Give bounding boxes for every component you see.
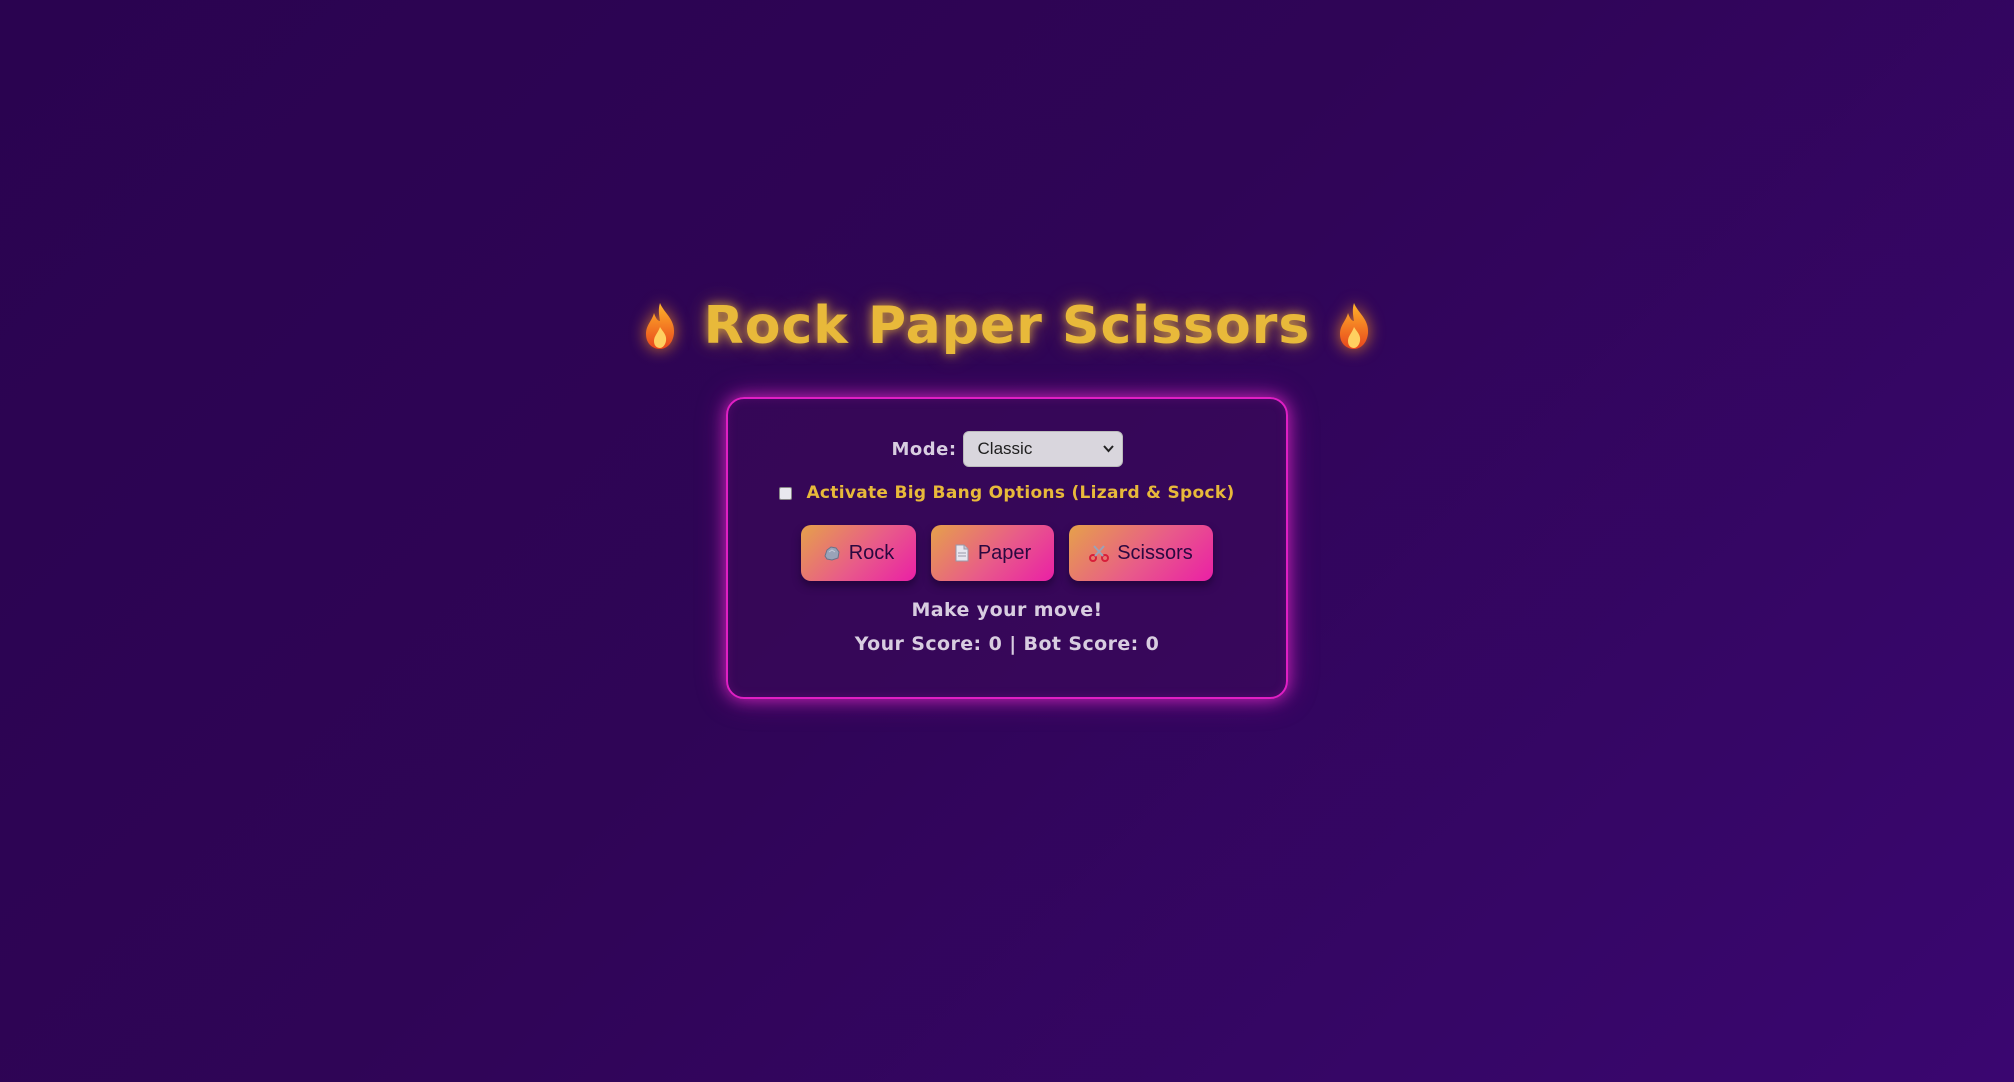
game-card: Mode: Classic Activate Big Bang Options …: [726, 397, 1288, 699]
rock-button[interactable]: Rock: [801, 525, 916, 581]
mode-label: Mode:: [891, 438, 957, 460]
move-buttons: Rock Paper Scissors: [728, 525, 1286, 581]
scissors-button[interactable]: Scissors: [1069, 525, 1213, 581]
scissors-icon: [1089, 544, 1110, 562]
mode-select[interactable]: Classic: [962, 431, 1123, 467]
rock-icon: [823, 544, 841, 562]
mode-select-value: Classic: [977, 439, 1033, 458]
page-title: Rock Paper Scissors: [703, 296, 1311, 356]
rock-button-label: Rock: [848, 541, 895, 564]
scissors-button-label: Scissors: [1117, 541, 1193, 564]
score-display: Your Score: 0 | Bot Score: 0: [854, 633, 1160, 655]
bigbang-row: Activate Big Bang Options (Lizard & Spoc…: [728, 483, 1286, 503]
chevron-down-icon: [1102, 442, 1114, 456]
bigbang-label[interactable]: Activate Big Bang Options (Lizard & Spoc…: [806, 483, 1234, 503]
fire-icon: [642, 301, 678, 351]
paper-button-label: Paper: [977, 541, 1032, 564]
mode-row: Mode: Classic: [728, 431, 1286, 467]
status-message: Make your move!: [911, 599, 1103, 621]
paper-icon: [954, 544, 970, 562]
page-title-row: Rock Paper Scissors: [0, 296, 2014, 356]
fire-icon: [1336, 301, 1372, 351]
paper-button[interactable]: Paper: [931, 525, 1054, 581]
bigbang-checkbox[interactable]: [779, 486, 793, 500]
